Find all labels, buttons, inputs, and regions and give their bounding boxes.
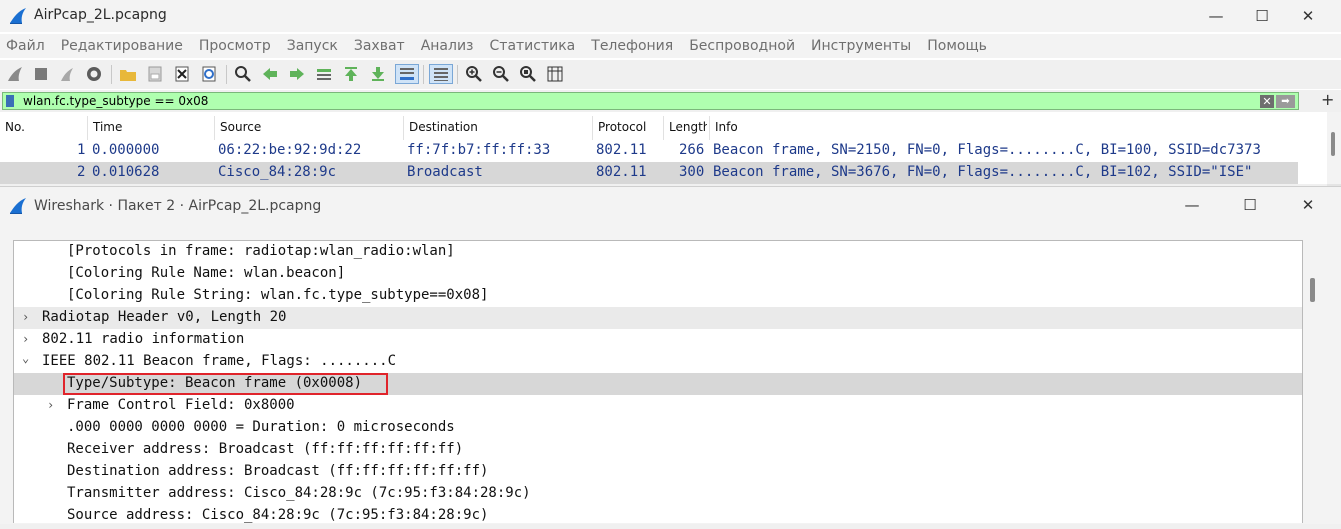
first-packet-icon[interactable] — [341, 64, 361, 84]
save-file-icon[interactable] — [145, 64, 165, 84]
tree-item-radiotap[interactable]: › Radiotap Header v0, Length 20 — [14, 307, 1302, 329]
go-forward-icon[interactable] — [287, 64, 307, 84]
detail-minimize-button[interactable]: — — [1169, 189, 1215, 221]
packet-length: 300 — [679, 164, 705, 180]
scrollbar-thumb[interactable] — [1331, 132, 1335, 156]
packet-no: 1 — [77, 142, 86, 158]
column-info[interactable]: Info — [715, 120, 738, 134]
find-packet-icon[interactable] — [233, 64, 253, 84]
apply-filter-icon[interactable]: ➡ — [1276, 95, 1295, 108]
normal-size-icon[interactable] — [518, 64, 538, 84]
menu-analyze[interactable]: Анализ — [421, 38, 474, 54]
maximize-button[interactable]: ☐ — [1239, 0, 1285, 32]
autoscroll-icon[interactable] — [395, 64, 419, 84]
scrollbar-thumb[interactable] — [1310, 278, 1315, 302]
highlight-box — [63, 373, 388, 395]
tree-item[interactable]: [Coloring Rule String: wlan.fc.type_subt… — [14, 285, 1302, 307]
packet-destination: ff:7f:b7:ff:ff:33 — [407, 142, 551, 158]
column-protocol[interactable]: Protocol — [598, 120, 646, 134]
menu-statistics[interactable]: Статистика — [490, 38, 576, 54]
menu-wireless[interactable]: Беспроводной — [689, 38, 795, 54]
zoom-in-icon[interactable] — [464, 64, 484, 84]
add-filter-button[interactable]: + — [1321, 90, 1334, 109]
detail-close-button[interactable]: ✕ — [1285, 189, 1331, 221]
filter-value[interactable]: wlan.fc.type_subtype == 0x08 — [23, 94, 208, 108]
packet-row[interactable]: 1 0.000000 06:22:be:92:9d:22 ff:7f:b7:ff… — [0, 140, 1298, 162]
stop-icon[interactable] — [31, 64, 51, 84]
menu-bar: Файл Редактирование Просмотр Запуск Захв… — [0, 34, 1341, 58]
main-toolbar — [0, 60, 1341, 89]
open-file-icon[interactable] — [118, 64, 138, 84]
go-back-icon[interactable] — [260, 64, 280, 84]
packet-list-header: No. Time Source Destination Protocol Len… — [0, 116, 1298, 141]
packet-time: 0.010628 — [92, 164, 160, 180]
column-destination[interactable]: Destination — [409, 120, 478, 134]
reload-icon[interactable] — [199, 64, 219, 84]
column-source[interactable]: Source — [220, 120, 261, 134]
packet-time: 0.000000 — [92, 142, 160, 158]
display-filter-input[interactable]: wlan.fc.type_subtype == 0x08 ✕ ➡ — [2, 92, 1299, 110]
tree-item-frame-control[interactable]: › Frame Control Field: 0x8000 — [14, 395, 1302, 417]
detail-tree-scrollbar[interactable] — [1306, 240, 1320, 523]
zoom-out-icon[interactable] — [491, 64, 511, 84]
packet-row[interactable]: 2 0.010628 Cisco_84:28:9c Broadcast 802.… — [0, 162, 1298, 184]
tree-item-radio-info[interactable]: › 802.11 radio information — [14, 329, 1302, 351]
packet-destination: Broadcast — [407, 164, 483, 180]
packet-list-scrollbar[interactable] — [1327, 112, 1341, 186]
minimize-button[interactable]: — — [1193, 0, 1239, 32]
clear-filter-icon[interactable]: ✕ — [1260, 95, 1274, 108]
tree-item[interactable]: [Coloring Rule Name: wlan.beacon] — [14, 263, 1302, 285]
menu-go[interactable]: Запуск — [287, 38, 338, 54]
wireshark-logo-icon — [10, 198, 26, 214]
expand-arrow-icon[interactable]: › — [22, 310, 34, 324]
menu-tools[interactable]: Инструменты — [811, 38, 911, 54]
packet-info: Beacon frame, SN=3676, FN=0, Flags=.....… — [713, 164, 1253, 180]
menu-telephony[interactable]: Телефония — [591, 38, 673, 54]
main-title-bar: AirPcap_2L.pcapng — ☐ ✕ — [0, 0, 1341, 32]
shark-fin-start-icon[interactable] — [5, 64, 25, 84]
wireshark-logo-icon — [10, 8, 26, 24]
close-button[interactable]: ✕ — [1285, 0, 1331, 32]
packet-source: Cisco_84:28:9c — [218, 164, 337, 180]
tree-item-ieee80211[interactable]: ⌄ IEEE 802.11 Beacon frame, Flags: .....… — [14, 351, 1302, 373]
packet-detail-tree: [Protocols in frame: radiotap:wlan_radio… — [13, 240, 1303, 523]
go-to-packet-icon[interactable] — [314, 64, 334, 84]
tree-item[interactable]: Transmitter address: Cisco_84:28:9c (7c:… — [14, 483, 1302, 505]
expand-arrow-icon[interactable]: › — [47, 398, 59, 412]
packet-protocol: 802.11 — [596, 164, 647, 180]
window-title: AirPcap_2L.pcapng — [34, 7, 167, 23]
collapse-arrow-icon[interactable]: ⌄ — [22, 351, 34, 365]
tree-item[interactable]: Destination address: Broadcast (ff:ff:ff… — [14, 461, 1302, 483]
menu-help[interactable]: Помощь — [927, 38, 987, 54]
colorize-icon[interactable] — [429, 64, 453, 84]
detail-window-title: Wireshark · Пакет 2 · AirPcap_2L.pcapng — [34, 198, 322, 214]
close-file-icon[interactable] — [172, 64, 192, 84]
menu-view[interactable]: Просмотр — [199, 38, 271, 54]
packet-length: 266 — [679, 142, 705, 158]
column-time[interactable]: Time — [93, 120, 122, 134]
packet-protocol: 802.11 — [596, 142, 647, 158]
display-filter-bar: wlan.fc.type_subtype == 0x08 ✕ ➡ + — [0, 90, 1341, 112]
menu-edit[interactable]: Редактирование — [61, 38, 183, 54]
expand-arrow-icon[interactable]: › — [22, 332, 34, 346]
bookmark-icon[interactable] — [6, 95, 14, 107]
detail-maximize-button[interactable]: ☐ — [1227, 189, 1273, 221]
menu-file[interactable]: Файл — [6, 38, 45, 54]
resize-columns-icon[interactable] — [545, 64, 565, 84]
column-no[interactable]: No. — [5, 120, 25, 134]
restart-icon[interactable] — [57, 64, 77, 84]
packet-no: 2 — [77, 164, 86, 180]
packet-source: 06:22:be:92:9d:22 — [218, 142, 362, 158]
last-packet-icon[interactable] — [368, 64, 388, 84]
packet-info: Beacon frame, SN=2150, FN=0, Flags=.....… — [713, 142, 1261, 158]
column-length[interactable]: Length — [669, 120, 707, 134]
menu-capture[interactable]: Захват — [354, 38, 405, 54]
tree-item[interactable]: [Protocols in frame: radiotap:wlan_radio… — [14, 241, 1302, 263]
capture-options-icon[interactable] — [84, 64, 104, 84]
tree-item[interactable]: Source address: Cisco_84:28:9c (7c:95:f3… — [14, 505, 1302, 523]
tree-item[interactable]: Receiver address: Broadcast (ff:ff:ff:ff… — [14, 439, 1302, 461]
tree-item[interactable]: .000 0000 0000 0000 = Duration: 0 micros… — [14, 417, 1302, 439]
